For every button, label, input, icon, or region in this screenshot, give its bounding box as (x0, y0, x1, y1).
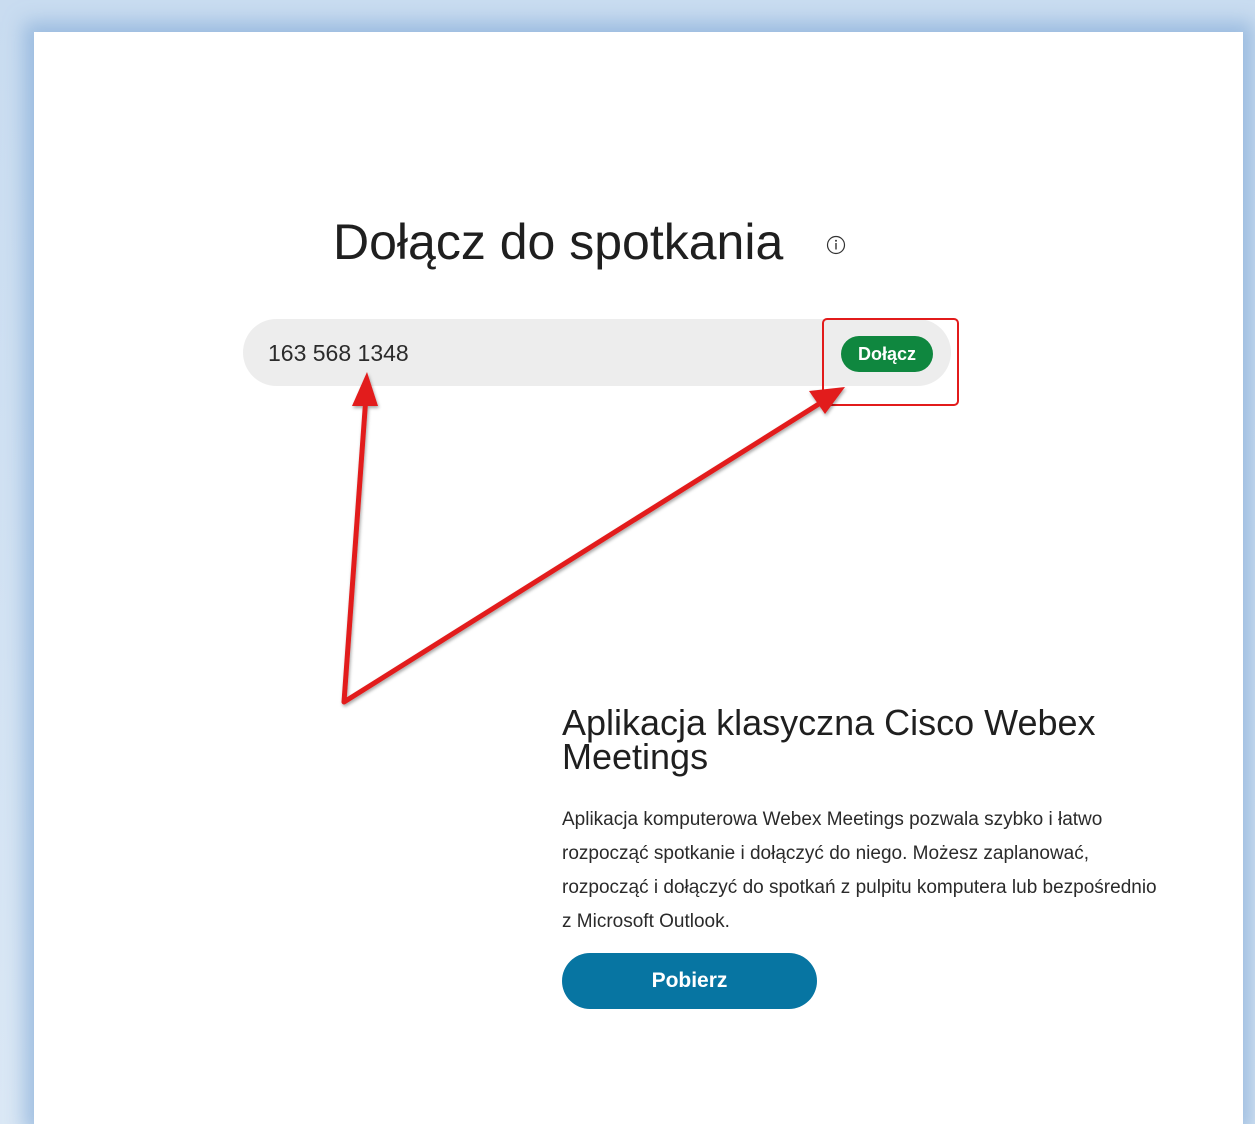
download-button[interactable]: Pobierz (562, 953, 817, 1009)
desktop-app-heading: Aplikacja klasyczna Cisco Webex Meetings (562, 702, 1096, 777)
meeting-number-input[interactable] (268, 336, 788, 370)
info-circle-icon[interactable] (826, 235, 846, 255)
desktop-app-description: Aplikacja komputerowa Webex Meetings poz… (562, 809, 1157, 932)
page-title: Dołącz do spotkania (333, 214, 784, 270)
annotation-highlight-box (822, 318, 959, 406)
